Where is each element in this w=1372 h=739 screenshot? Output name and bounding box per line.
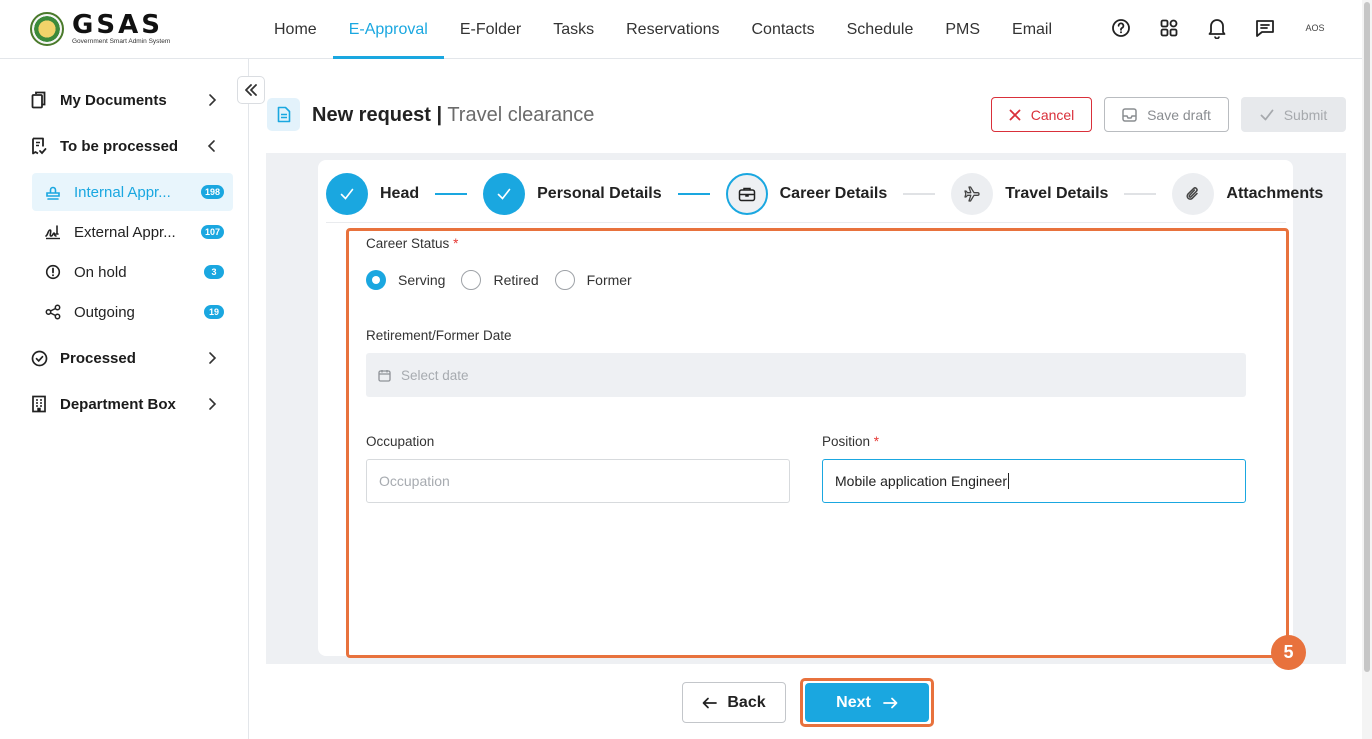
count-badge: 198 <box>200 185 224 199</box>
step-label: Attachments <box>1226 185 1324 202</box>
chevron-right-icon <box>209 352 217 364</box>
sidebar-item-label: Processed <box>60 349 136 367</box>
stamp-icon <box>44 183 62 201</box>
main-nav: Home E-Approval E-Folder Tasks Reservati… <box>258 0 1068 59</box>
sidebar-item-outgoing[interactable]: Outgoing 19 <box>32 293 233 331</box>
check-icon <box>483 173 526 215</box>
step-career-details[interactable]: Career Details <box>725 173 888 215</box>
apps-grid-icon[interactable] <box>1158 17 1180 39</box>
progress-stepper: Head Personal Details Career Details Tra… <box>326 172 1323 216</box>
sidebar-item-on-hold[interactable]: On hold 3 <box>32 253 233 291</box>
step-marker: 5 <box>1271 635 1306 670</box>
step-connector <box>1124 193 1157 195</box>
nav-e-approval[interactable]: E-Approval <box>332 0 444 59</box>
nav-contacts[interactable]: Contacts <box>735 0 830 59</box>
nav-home[interactable]: Home <box>258 0 333 59</box>
plane-icon <box>951 173 994 215</box>
sidebar-item-label: On hold <box>74 263 127 281</box>
inbox-document-icon <box>30 137 48 155</box>
documents-icon <box>30 91 48 109</box>
bell-icon[interactable] <box>1206 17 1228 39</box>
next-label: Next <box>836 693 871 711</box>
step-head[interactable]: Head <box>326 173 419 215</box>
chevron-right-icon <box>209 94 217 106</box>
chevron-right-icon <box>209 398 217 410</box>
step-attachments[interactable]: Attachments <box>1172 173 1323 215</box>
check-icon <box>326 173 368 215</box>
title-separator: | <box>436 104 443 126</box>
sidebar-department-box[interactable]: Department Box <box>30 386 230 422</box>
step-travel-details[interactable]: Travel Details <box>951 173 1108 215</box>
step-connector <box>903 193 936 195</box>
sidebar-processed[interactable]: Processed <box>30 340 230 376</box>
user-avatar[interactable]: AOS <box>1302 17 1328 39</box>
step-label: Personal Details <box>537 185 662 202</box>
double-chevron-left-icon <box>245 84 257 96</box>
sidebar-item-label: My Documents <box>60 91 167 109</box>
building-icon <box>30 395 48 413</box>
step-label: Travel Details <box>1005 185 1109 202</box>
count-badge: 107 <box>200 225 224 239</box>
sidebar-item-label: Outgoing <box>74 303 135 321</box>
arrow-right-icon <box>882 697 898 708</box>
chat-icon[interactable] <box>1254 17 1276 39</box>
check-icon <box>1260 109 1274 120</box>
app-logo[interactable]: GSAS Government Smart Admin System <box>30 12 170 46</box>
sidebar-item-label: To be processed <box>60 137 179 155</box>
page-subtitle: Travel clearance <box>447 104 595 126</box>
count-badge: 19 <box>204 305 224 319</box>
briefcase-icon <box>725 173 768 215</box>
save-draft-label: Save draft <box>1147 106 1211 123</box>
sidebar-item-label: Department Box <box>60 395 176 413</box>
top-bar: GSAS Government Smart Admin System Home … <box>0 0 1372 59</box>
nav-tasks[interactable]: Tasks <box>537 0 610 59</box>
highlight-box <box>346 228 1289 658</box>
nav-reservations[interactable]: Reservations <box>610 0 735 59</box>
step-connector <box>677 193 710 195</box>
logo-subtitle: Government Smart Admin System <box>72 38 171 46</box>
page-title: New request | Travel clearance <box>312 104 594 127</box>
step-label: Head <box>380 185 420 202</box>
share-icon <box>44 303 62 321</box>
back-button[interactable]: Back <box>682 682 786 723</box>
collapse-sidebar-button[interactable] <box>237 76 265 104</box>
next-button[interactable]: Next <box>805 683 929 722</box>
count-badge: 3 <box>204 265 224 279</box>
sidebar-item-internal-approval[interactable]: Internal Appr... 198 <box>32 173 233 211</box>
page-scrollbar[interactable] <box>1362 0 1372 739</box>
nav-e-folder[interactable]: E-Folder <box>444 0 537 59</box>
step-label: Career Details <box>779 185 888 202</box>
chevron-left-icon <box>207 140 215 152</box>
close-icon <box>1009 109 1021 120</box>
sidebar-item-external-approval[interactable]: External Appr... 107 <box>32 213 233 251</box>
step-connector <box>435 193 468 195</box>
submit-button[interactable]: Submit <box>1241 97 1346 132</box>
government-seal-icon <box>30 12 64 46</box>
nav-pms[interactable]: PMS <box>929 0 996 59</box>
cancel-label: Cancel <box>1030 106 1075 123</box>
stepper-divider <box>326 222 1286 223</box>
help-icon[interactable] <box>1110 17 1132 39</box>
inbox-save-icon <box>1122 107 1137 122</box>
cancel-button[interactable]: Cancel <box>991 97 1092 132</box>
sidebar-my-documents[interactable]: My Documents <box>30 82 230 118</box>
sidebar-item-label: External Appr... <box>74 223 176 241</box>
paperclip-icon <box>1172 173 1215 215</box>
nav-schedule[interactable]: Schedule <box>831 0 930 59</box>
page-title-main: New request <box>312 104 431 126</box>
signature-icon <box>44 223 62 241</box>
submit-label: Submit <box>1283 106 1328 123</box>
sidebar-to-be-processed[interactable]: To be processed <box>30 128 230 164</box>
back-label: Back <box>727 693 766 711</box>
logo-name: GSAS <box>72 10 163 41</box>
nav-email[interactable]: Email <box>996 0 1068 59</box>
check-circle-icon <box>30 349 48 367</box>
step-personal-details[interactable]: Personal Details <box>483 173 662 215</box>
sidebar-item-label: Internal Appr... <box>74 183 171 201</box>
alert-circle-icon <box>44 263 62 281</box>
document-icon <box>267 98 300 131</box>
save-draft-button[interactable]: Save draft <box>1104 97 1229 132</box>
scrollbar-thumb[interactable] <box>1364 2 1370 672</box>
arrow-left-icon <box>703 697 718 708</box>
